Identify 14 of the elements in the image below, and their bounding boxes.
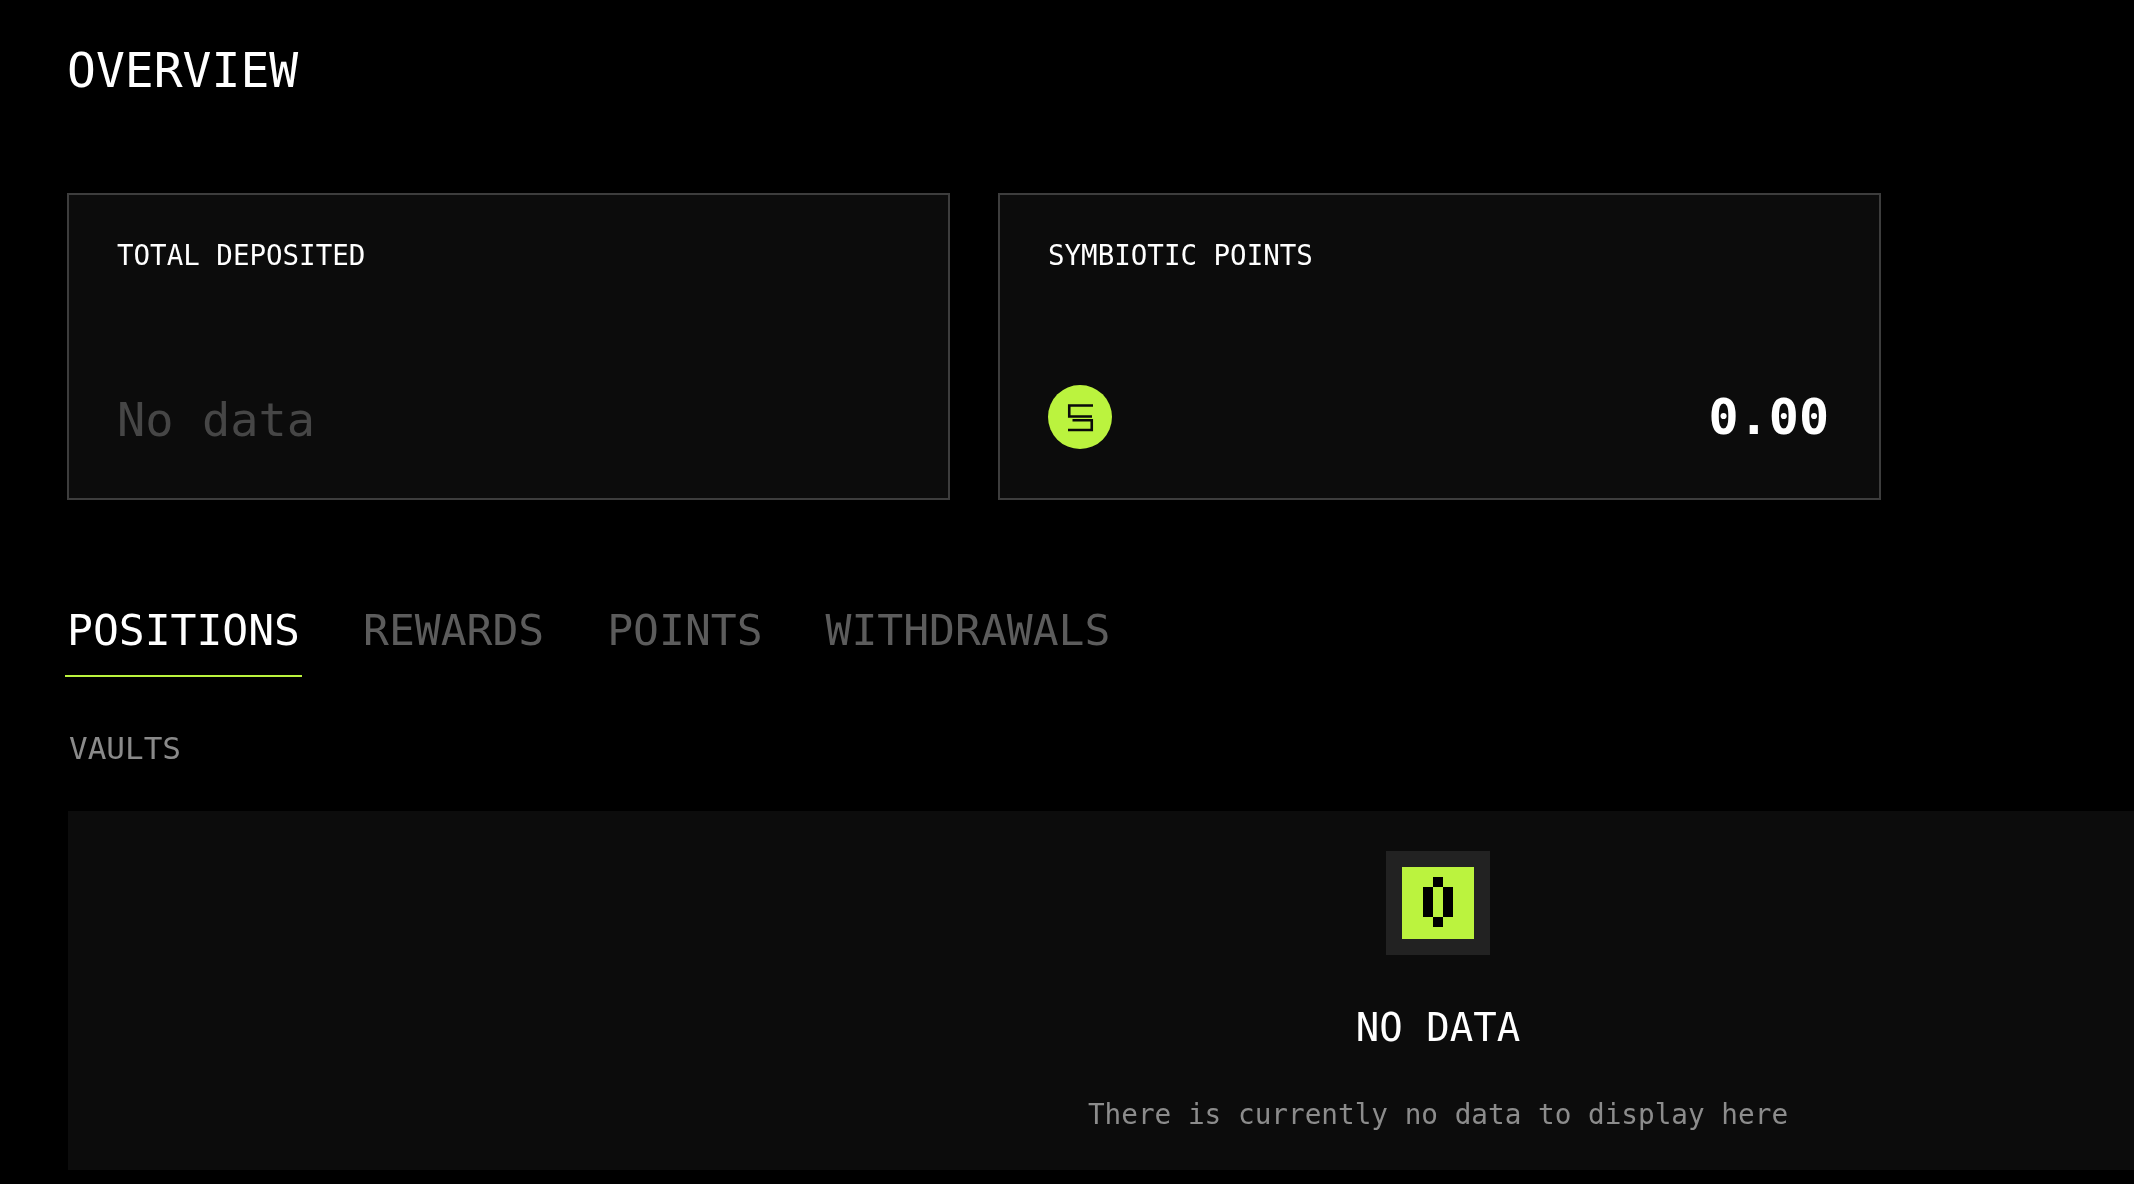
section-title: VAULTS (69, 730, 182, 768)
pixel-glyph-icon (1386, 851, 1490, 956)
logo-coin-icon (1048, 384, 1112, 449)
empty-state-message: There is currently no data to display here (1087, 1098, 1789, 1132)
stat-label: SYMBIOTIC POINTS (1048, 238, 1314, 272)
stat-value: No data (117, 392, 317, 449)
tab[interactable]: WITHDRAWALS (823, 604, 1113, 678)
page-title: OVERVIEW (67, 42, 300, 100)
empty-state-title: NO DATA (1355, 1005, 1521, 1053)
tab[interactable]: POINTS (605, 604, 765, 678)
tab[interactable]: REWARDS (361, 604, 547, 678)
stat-label: TOTAL DEPOSITED (117, 238, 367, 272)
points-value: 0.00 (1708, 386, 1829, 447)
tab[interactable]: POSITIONS (65, 604, 302, 678)
